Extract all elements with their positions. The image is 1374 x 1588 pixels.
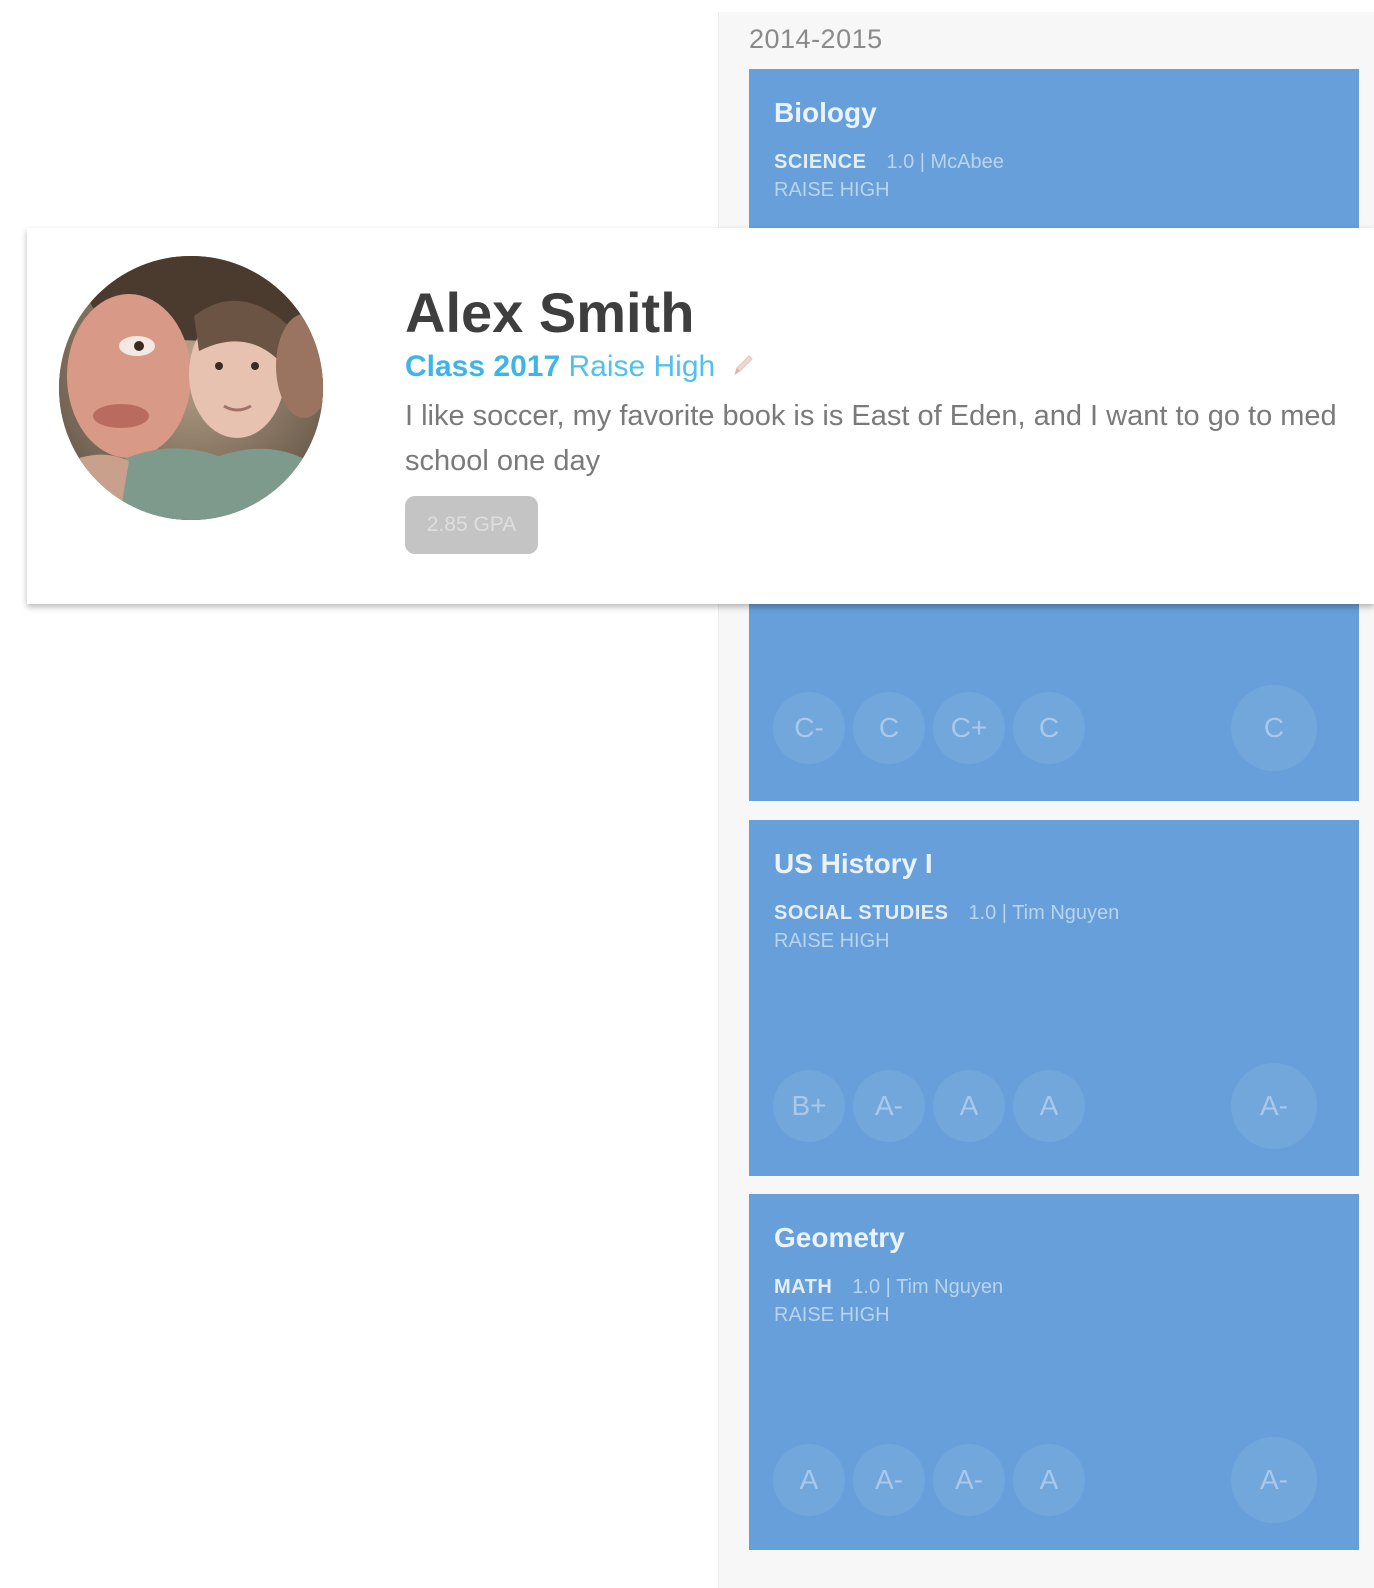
class-year: Class 2017 (405, 350, 561, 383)
final-grade[interactable]: C (1231, 685, 1317, 771)
avatar[interactable] (59, 256, 323, 520)
course-school: RAISE HIGH (774, 930, 890, 952)
term-grade-1[interactable]: A (773, 1444, 845, 1516)
course-subject: MATH (774, 1276, 833, 1298)
avatar-photo (59, 256, 323, 520)
course-detail: 1.0 | Tim Nguyen (852, 1276, 1004, 1298)
term-grade-2[interactable]: A- (853, 1444, 925, 1516)
term-grade-4[interactable]: A (1013, 1444, 1085, 1516)
term-grade-1[interactable]: C- (773, 692, 845, 764)
school-name: Raise High (568, 350, 716, 383)
course-subject: SOCIAL STUDIES (774, 902, 949, 924)
course-school: RAISE HIGH (774, 1304, 890, 1326)
course-school: RAISE HIGH (774, 179, 890, 201)
term-grade-2[interactable]: A- (853, 1070, 925, 1142)
term-grade-2[interactable]: C (853, 692, 925, 764)
course-name: Geometry (774, 1222, 905, 1253)
class-line: Class 2017 Raise High (405, 350, 756, 384)
student-profile-card: Alex Smith Class 2017 Raise High I like … (27, 228, 1374, 604)
course-detail: 1.0 | Tim Nguyen (968, 902, 1120, 924)
term-grade-4[interactable]: C (1013, 692, 1085, 764)
year-label: 2014-2015 (749, 24, 883, 54)
course-meta: SCIENCE 1.0 | McAbee (774, 151, 1004, 174)
course-card-geometry[interactable]: Geometry MATH 1.0 | Tim Nguyen RAISE HIGH… (749, 1194, 1359, 1550)
page: 2014-2015 Biology SCIENCE 1.0 | McAbee RA… (0, 0, 1374, 1588)
course-name: US History I (774, 848, 933, 879)
student-name: Alex Smith (405, 281, 695, 344)
course-detail: 1.0 | McAbee (886, 151, 1004, 173)
final-grade[interactable]: A- (1231, 1063, 1317, 1149)
gpa-badge: 2.85 GPA (405, 496, 538, 554)
student-bio: I like soccer, my favorite book is is Ea… (405, 400, 1337, 477)
term-grade-1[interactable]: B+ (773, 1070, 845, 1142)
term-grade-3[interactable]: A- (933, 1444, 1005, 1516)
course-meta: SOCIAL STUDIES 1.0 | Tim Nguyen (774, 902, 1119, 925)
course-meta: MATH 1.0 | Tim Nguyen (774, 1276, 1003, 1299)
term-grade-3[interactable]: A (933, 1070, 1005, 1142)
pencil-icon[interactable] (730, 352, 756, 378)
course-name: Biology (774, 97, 877, 128)
term-grade-3[interactable]: C+ (933, 692, 1005, 764)
course-subject: SCIENCE (774, 151, 867, 173)
term-grade-4[interactable]: A (1013, 1070, 1085, 1142)
final-grade[interactable]: A- (1231, 1437, 1317, 1523)
course-card-us-history[interactable]: US History I SOCIAL STUDIES 1.0 | Tim Ngu… (749, 820, 1359, 1176)
